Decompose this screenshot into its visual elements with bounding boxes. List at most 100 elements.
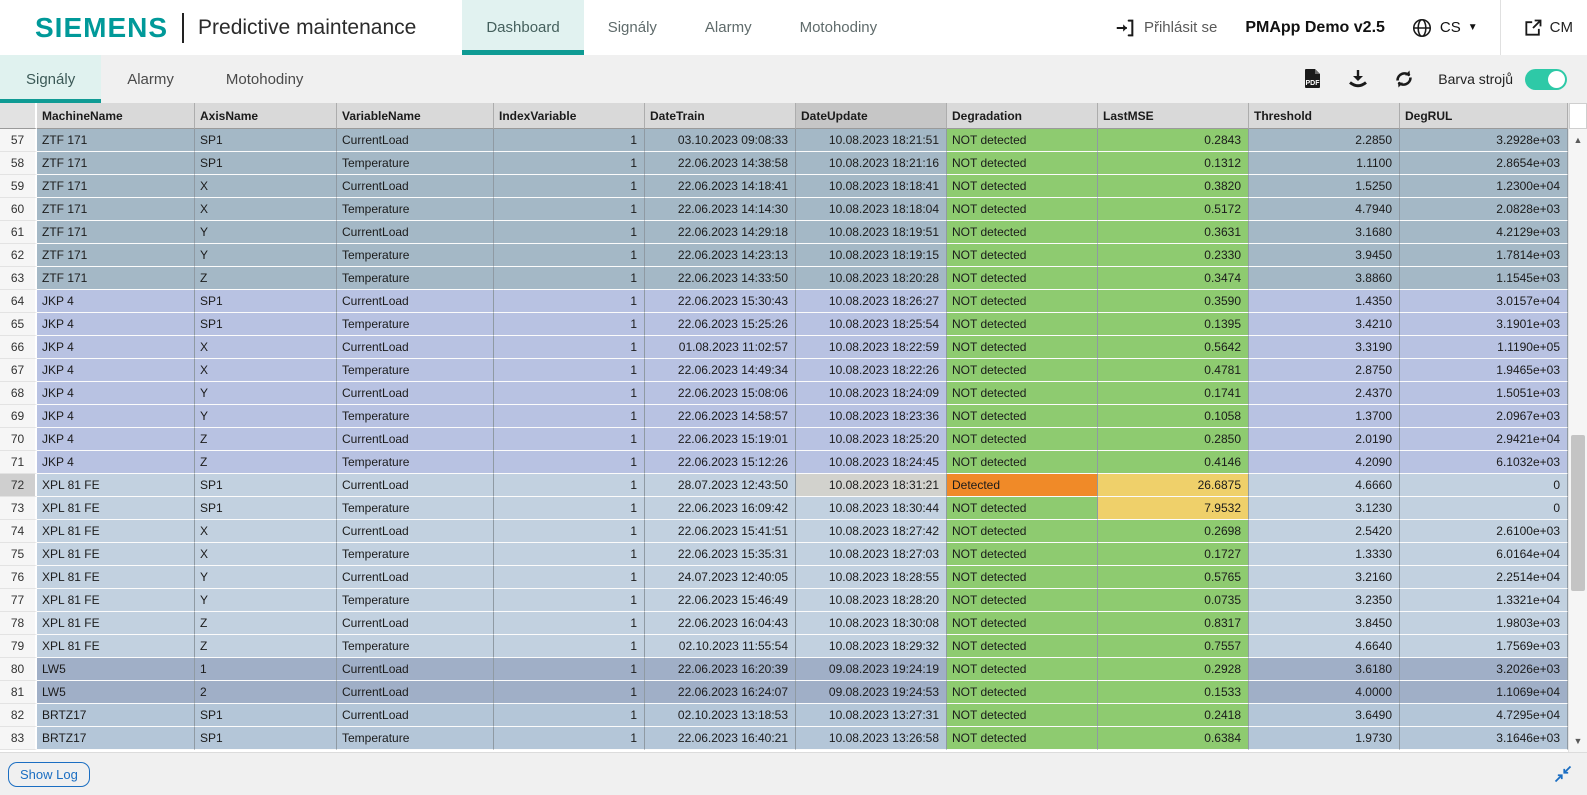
cell-axis-name[interactable]: 1: [195, 658, 337, 681]
cell-variable-name[interactable]: CurrentLoad: [337, 175, 494, 198]
cell-degradation[interactable]: NOT detected: [947, 497, 1098, 520]
cell-degradation[interactable]: NOT detected: [947, 681, 1098, 704]
cell-row-number[interactable]: 81: [0, 681, 37, 704]
cell-last-mse[interactable]: 0.2418: [1098, 704, 1249, 727]
cell-axis-name[interactable]: SP1: [195, 129, 337, 152]
cell-date-update[interactable]: 10.08.2023 18:22:59: [796, 336, 947, 359]
cell-variable-name[interactable]: Temperature: [337, 589, 494, 612]
machine-color-toggle[interactable]: [1525, 68, 1567, 90]
cell-last-mse[interactable]: 0.5172: [1098, 198, 1249, 221]
cell-date-update[interactable]: 10.08.2023 18:19:15: [796, 244, 947, 267]
cell-index-variable[interactable]: 1: [494, 520, 645, 543]
cell-index-variable[interactable]: 1: [494, 497, 645, 520]
cell-date-train[interactable]: 02.10.2023 11:55:54: [645, 635, 796, 658]
cell-deg-rul[interactable]: 2.9421e+04: [1400, 428, 1568, 451]
cell-machine-name[interactable]: ZTF 171: [37, 152, 195, 175]
cell-degradation[interactable]: NOT detected: [947, 382, 1098, 405]
cell-machine-name[interactable]: JKP 4: [37, 451, 195, 474]
cell-machine-name[interactable]: ZTF 171: [37, 129, 195, 152]
cell-axis-name[interactable]: SP1: [195, 704, 337, 727]
cell-date-update[interactable]: 10.08.2023 18:24:45: [796, 451, 947, 474]
cell-degradation[interactable]: NOT detected: [947, 428, 1098, 451]
cell-last-mse[interactable]: 26.6875: [1098, 474, 1249, 497]
cell-threshold[interactable]: 3.1230: [1249, 497, 1400, 520]
cell-threshold[interactable]: 3.8450: [1249, 612, 1400, 635]
cell-machine-name[interactable]: ZTF 171: [37, 175, 195, 198]
cell-variable-name[interactable]: CurrentLoad: [337, 681, 494, 704]
cell-machine-name[interactable]: XPL 81 FE: [37, 520, 195, 543]
cell-axis-name[interactable]: X: [195, 175, 337, 198]
cell-threshold[interactable]: 3.2350: [1249, 589, 1400, 612]
cell-last-mse[interactable]: 0.1312: [1098, 152, 1249, 175]
cell-degradation[interactable]: NOT detected: [947, 313, 1098, 336]
cell-deg-rul[interactable]: 1.3321e+04: [1400, 589, 1568, 612]
pdf-export-icon[interactable]: PDF: [1300, 67, 1324, 91]
scrollbar-thumb[interactable]: [1571, 435, 1585, 591]
cell-last-mse[interactable]: 0.5642: [1098, 336, 1249, 359]
cell-date-update[interactable]: 10.08.2023 18:19:51: [796, 221, 947, 244]
cell-index-variable[interactable]: 1: [494, 727, 645, 750]
vertical-scrollbar[interactable]: ▲ ▼: [1568, 103, 1587, 752]
cell-variable-name[interactable]: CurrentLoad: [337, 474, 494, 497]
cell-axis-name[interactable]: X: [195, 336, 337, 359]
cell-last-mse[interactable]: 0.8317: [1098, 612, 1249, 635]
cell-date-update[interactable]: 10.08.2023 18:25:20: [796, 428, 947, 451]
cell-threshold[interactable]: 1.5250: [1249, 175, 1400, 198]
cell-last-mse[interactable]: 0.1533: [1098, 681, 1249, 704]
cell-deg-rul[interactable]: 3.1646e+03: [1400, 727, 1568, 750]
cell-date-train[interactable]: 03.10.2023 09:08:33: [645, 129, 796, 152]
cell-machine-name[interactable]: ZTF 171: [37, 244, 195, 267]
cell-date-update[interactable]: 10.08.2023 18:22:26: [796, 359, 947, 382]
cell-deg-rul[interactable]: 1.2300e+04: [1400, 175, 1568, 198]
cell-machine-name[interactable]: JKP 4: [37, 405, 195, 428]
cell-threshold[interactable]: 2.2850: [1249, 129, 1400, 152]
cell-index-variable[interactable]: 1: [494, 198, 645, 221]
cell-row-number[interactable]: 73: [0, 497, 37, 520]
column-header-degradation[interactable]: Degradation: [947, 103, 1098, 129]
cell-degradation[interactable]: NOT detected: [947, 589, 1098, 612]
cell-row-number[interactable]: 64: [0, 290, 37, 313]
cell-date-train[interactable]: 22.06.2023 15:12:26: [645, 451, 796, 474]
cell-axis-name[interactable]: Y: [195, 589, 337, 612]
cell-variable-name[interactable]: CurrentLoad: [337, 704, 494, 727]
cell-axis-name[interactable]: Z: [195, 267, 337, 290]
cell-date-train[interactable]: 22.06.2023 15:08:06: [645, 382, 796, 405]
cell-machine-name[interactable]: XPL 81 FE: [37, 497, 195, 520]
cell-index-variable[interactable]: 1: [494, 152, 645, 175]
cell-deg-rul[interactable]: 1.1545e+03: [1400, 267, 1568, 290]
cell-index-variable[interactable]: 1: [494, 290, 645, 313]
cell-date-update[interactable]: 10.08.2023 18:26:27: [796, 290, 947, 313]
cell-date-train[interactable]: 22.06.2023 15:25:26: [645, 313, 796, 336]
cell-threshold[interactable]: 2.5420: [1249, 520, 1400, 543]
cell-deg-rul[interactable]: 1.1190e+05: [1400, 336, 1568, 359]
cell-axis-name[interactable]: SP1: [195, 497, 337, 520]
cell-row-number[interactable]: 77: [0, 589, 37, 612]
cell-machine-name[interactable]: JKP 4: [37, 428, 195, 451]
cell-date-train[interactable]: 22.06.2023 15:41:51: [645, 520, 796, 543]
cell-row-number[interactable]: 58: [0, 152, 37, 175]
cell-degradation[interactable]: NOT detected: [947, 359, 1098, 382]
column-header-lastmse[interactable]: LastMSE: [1098, 103, 1249, 129]
cell-last-mse[interactable]: 0.3820: [1098, 175, 1249, 198]
cell-machine-name[interactable]: XPL 81 FE: [37, 566, 195, 589]
cell-deg-rul[interactable]: 1.1069e+04: [1400, 681, 1568, 704]
cell-date-update[interactable]: 10.08.2023 18:25:54: [796, 313, 947, 336]
cell-machine-name[interactable]: XPL 81 FE: [37, 543, 195, 566]
cell-deg-rul[interactable]: 6.0164e+04: [1400, 543, 1568, 566]
cell-date-train[interactable]: 22.06.2023 16:24:07: [645, 681, 796, 704]
cell-axis-name[interactable]: Z: [195, 612, 337, 635]
cell-threshold[interactable]: 1.1100: [1249, 152, 1400, 175]
cell-deg-rul[interactable]: 2.0967e+03: [1400, 405, 1568, 428]
cell-last-mse[interactable]: 7.9532: [1098, 497, 1249, 520]
cell-index-variable[interactable]: 1: [494, 451, 645, 474]
cell-row-number[interactable]: 75: [0, 543, 37, 566]
column-header-dateupdate[interactable]: DateUpdate: [796, 103, 947, 129]
cell-row-number[interactable]: 62: [0, 244, 37, 267]
cell-date-train[interactable]: 22.06.2023 14:14:30: [645, 198, 796, 221]
cell-date-update[interactable]: 10.08.2023 18:18:04: [796, 198, 947, 221]
cell-threshold[interactable]: 2.4370: [1249, 382, 1400, 405]
cell-date-update[interactable]: 10.08.2023 18:30:44: [796, 497, 947, 520]
cell-degradation[interactable]: NOT detected: [947, 520, 1098, 543]
cell-index-variable[interactable]: 1: [494, 221, 645, 244]
cell-degradation[interactable]: NOT detected: [947, 704, 1098, 727]
